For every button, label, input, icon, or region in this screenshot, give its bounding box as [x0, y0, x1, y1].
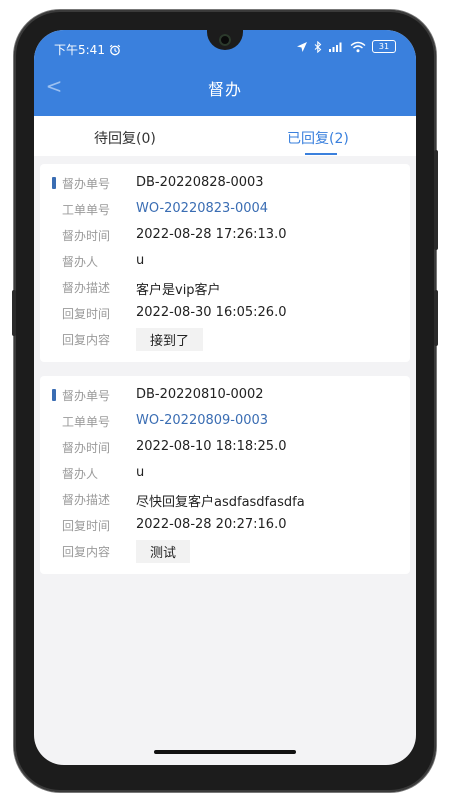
left-button — [12, 290, 16, 336]
card-marker — [52, 177, 56, 189]
description-value: 客户是vip客户 — [136, 283, 221, 298]
reply-time-value: 2022-08-30 16:05:26.0 — [136, 305, 287, 320]
record-card[interactable]: 督办单号 DB-20220828-0003 工单单号 WO-20220823-0… — [40, 164, 410, 362]
supervise-no-value: DB-20220810-0002 — [136, 387, 264, 402]
home-indicator[interactable] — [154, 750, 296, 754]
description-label: 督办描述 — [62, 281, 111, 295]
supervise-no-row: 督办单号 DB-20220810-0002 — [40, 384, 410, 406]
reply-time-row: 回复时间 2022-08-30 16:05:26.0 — [40, 302, 410, 324]
supervise-time-row: 督办时间 2022-08-28 17:26:13.0 — [40, 224, 410, 246]
active-tab-indicator — [305, 153, 337, 155]
supervise-time-row: 督办时间 2022-08-10 18:18:25.0 — [40, 436, 410, 458]
status-icons: 31 — [296, 40, 396, 53]
work-order-link[interactable]: WO-20220809-0003 — [136, 413, 268, 428]
description-row: 督办描述 客户是vip客户 — [40, 276, 410, 298]
reply-content-chip: 接到了 — [136, 328, 204, 351]
battery-icon: 31 — [372, 40, 396, 53]
reply-content-label: 回复内容 — [62, 545, 111, 559]
work-order-label: 工单单号 — [62, 203, 111, 217]
supervisor-value: u — [136, 465, 145, 480]
supervise-no-row: 督办单号 DB-20220828-0003 — [40, 172, 410, 194]
supervisor-value: u — [136, 253, 145, 268]
reply-content-row: 回复内容 接到了 — [40, 328, 410, 351]
supervise-no-value: DB-20220828-0003 — [136, 175, 264, 190]
supervise-time-value: 2022-08-28 17:26:13.0 — [136, 227, 287, 242]
reply-content-row: 回复内容 测试 — [40, 540, 410, 563]
supervise-time-label: 督办时间 — [62, 441, 111, 455]
volume-button — [434, 150, 438, 250]
supervise-no-label: 督办单号 — [62, 177, 111, 191]
work-order-row: 工单单号 WO-20220809-0003 — [40, 410, 410, 432]
description-label: 督办描述 — [62, 493, 111, 507]
work-order-row: 工单单号 WO-20220823-0004 — [40, 198, 410, 220]
supervisor-row: 督办人 u — [40, 462, 410, 484]
work-order-link[interactable]: WO-20220823-0004 — [136, 201, 268, 216]
status-time-group: 下午5:41 — [54, 41, 121, 58]
signal-icon — [329, 42, 342, 52]
tab-replied[interactable]: 已回复(2) — [287, 128, 349, 148]
app-screen: 下午5:41 31 < 督办 待回复(0) 已回复(2) 督办单号 DB-202… — [34, 30, 416, 765]
wifi-icon — [350, 41, 366, 52]
reply-time-value: 2022-08-28 20:27:16.0 — [136, 517, 287, 532]
work-order-label: 工单单号 — [62, 415, 111, 429]
alarm-icon — [109, 44, 121, 55]
reply-content-label: 回复内容 — [62, 333, 111, 347]
supervisor-label: 督办人 — [62, 255, 99, 269]
description-row: 督办描述 尽快回复客户asdfasdfasdfa — [40, 488, 410, 510]
page-title: 督办 — [207, 80, 242, 99]
reply-content-chip: 测试 — [136, 540, 191, 563]
reply-time-row: 回复时间 2022-08-28 20:27:16.0 — [40, 514, 410, 536]
card-marker — [52, 389, 56, 401]
supervisor-row: 督办人 u — [40, 250, 410, 272]
tab-bar: 待回复(0) 已回复(2) — [34, 116, 416, 156]
supervise-time-value: 2022-08-10 18:18:25.0 — [136, 439, 287, 454]
reply-time-label: 回复时间 — [62, 519, 111, 533]
camera-icon — [219, 34, 231, 46]
location-icon — [297, 41, 307, 52]
tab-pending[interactable]: 待回复(0) — [94, 128, 156, 148]
supervise-time-label: 督办时间 — [62, 229, 111, 243]
power-button — [434, 290, 438, 346]
description-value: 尽快回复客户asdfasdfasdfa — [136, 495, 305, 510]
reply-time-label: 回复时间 — [62, 307, 111, 321]
status-time: 下午5:41 — [54, 43, 105, 57]
supervise-no-label: 督办单号 — [62, 389, 111, 403]
supervisor-label: 督办人 — [62, 467, 99, 481]
record-card[interactable]: 督办单号 DB-20220810-0002 工单单号 WO-20220809-0… — [40, 376, 410, 574]
battery-level: 31 — [378, 42, 390, 51]
bluetooth-icon — [314, 40, 322, 53]
